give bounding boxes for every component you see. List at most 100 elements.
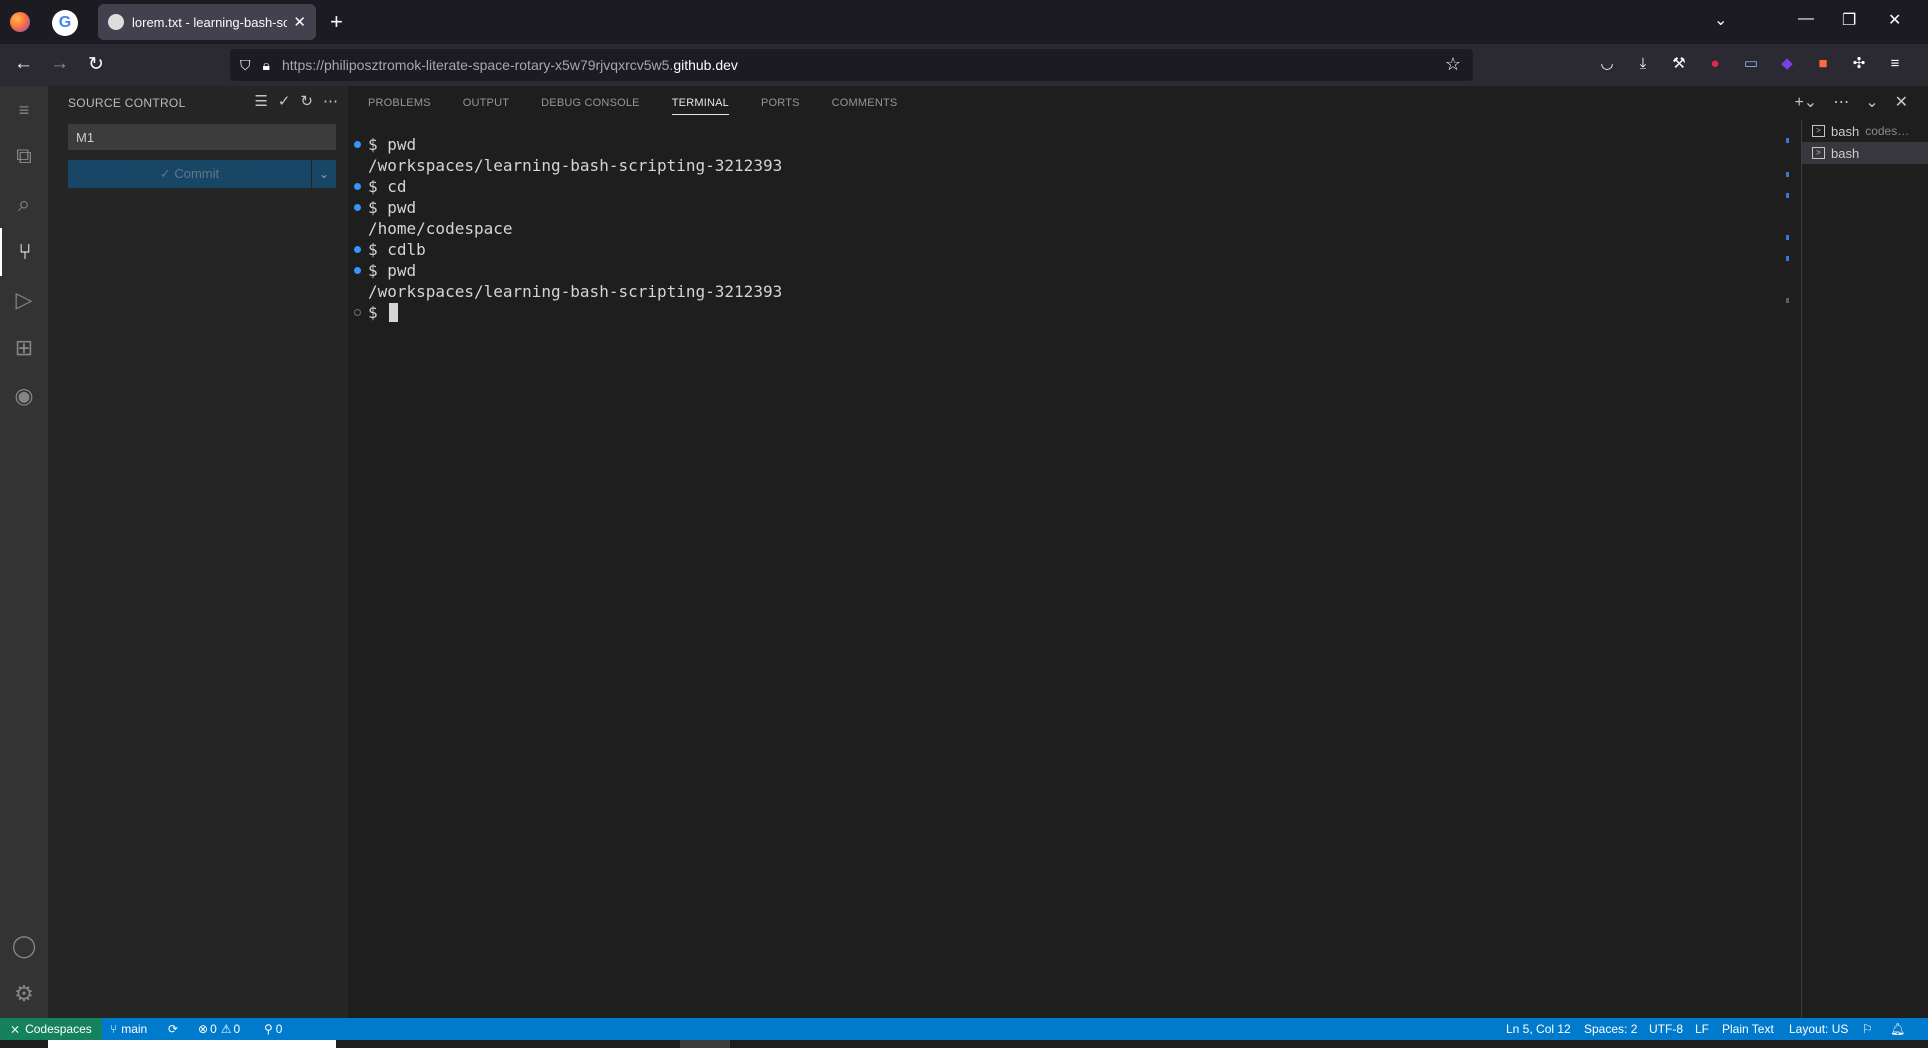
terminal-output[interactable]: $ pwd/workspaces/learning-bash-scripting… <box>353 134 1783 323</box>
tab-title: lorem.txt - learning-bash-scripting <box>132 14 288 30</box>
sidebar-actions: ☰ ✓ ↻ ⋯ <box>254 92 338 110</box>
menu-icon[interactable]: ≡ <box>0 86 48 134</box>
tab-problems[interactable]: PROBLEMS <box>348 86 443 120</box>
command-decoration-icon[interactable] <box>354 309 361 316</box>
ruler-mark <box>1786 193 1789 198</box>
url-text[interactable]: https://philiposztromok-literate-space-r… <box>282 57 738 73</box>
terminal-line-text: $ pwd <box>368 135 417 154</box>
tab-close-icon[interactable]: ✕ <box>293 13 306 31</box>
menu-hamburger-icon[interactable]: ≡ <box>1886 54 1904 72</box>
notifications-bell-icon[interactable]: 🔔︎ <box>1890 1018 1905 1040</box>
terminal-line: $ pwd <box>353 260 1783 281</box>
restore-window-button[interactable]: ❐ <box>1842 10 1856 30</box>
browser-tab-active[interactable]: lorem.txt - learning-bash-scripting ✕ <box>98 4 316 40</box>
more-actions-icon[interactable]: ⋯ <box>323 92 338 110</box>
terminal-icon: > <box>1812 147 1825 159</box>
command-decoration-icon[interactable] <box>354 141 361 148</box>
command-decoration-icon[interactable] <box>354 267 361 274</box>
end-of-line[interactable]: LF <box>1695 1018 1709 1040</box>
terminal-line: $ cdlb <box>353 239 1783 260</box>
source-control-sidebar: SOURCE CONTROL ☰ ✓ ↻ ⋯ ✓ Commit ⌄ <box>48 86 348 1018</box>
cursor-position[interactable]: Ln 5, Col 12 <box>1506 1018 1571 1040</box>
refresh-icon[interactable]: ↻ <box>300 92 313 110</box>
keyboard-layout[interactable]: Layout: US <box>1789 1018 1848 1040</box>
extension-purple-icon[interactable]: ◆ <box>1778 54 1796 72</box>
panel-actions: +⌄ ⋯ ⌄ ✕ <box>1794 92 1908 112</box>
search-icon[interactable]: ⌕ <box>0 180 48 228</box>
tab-comments[interactable]: COMMENTS <box>812 86 910 120</box>
accounts-icon[interactable]: ◯ <box>0 922 48 970</box>
collapse-panel-chevron-icon[interactable]: ⌄ <box>1865 92 1878 112</box>
list-all-tabs-icon[interactable]: ⌄ <box>1714 10 1727 30</box>
command-decoration-icon[interactable] <box>354 183 361 190</box>
browser-tab-bar: G lorem.txt - learning-bash-scripting ✕ … <box>0 0 1928 44</box>
extensions-puzzle-icon[interactable]: ✣ <box>1850 54 1868 72</box>
terminal-line-text: /workspaces/learning-bash-scripting-3212… <box>368 156 783 175</box>
indentation[interactable]: Spaces: 2 <box>1584 1018 1637 1040</box>
explorer-icon[interactable]: ⧉ <box>0 132 48 180</box>
command-decoration-icon[interactable] <box>354 246 361 253</box>
horizontal-scrollbar-left[interactable] <box>48 1040 336 1048</box>
sidebar-title: SOURCE CONTROL <box>68 96 186 110</box>
wrench-icon[interactable]: ⚒ <box>1670 54 1688 72</box>
source-control-icon[interactable]: ⑂ <box>0 228 48 276</box>
shield-icon[interactable]: ⛉ <box>240 57 251 74</box>
ports-indicator[interactable]: ⚲ 0 <box>264 1018 282 1040</box>
settings-gear-icon[interactable]: ⚙ <box>0 970 48 1018</box>
bookmark-star-icon[interactable]: ☆ <box>1445 54 1461 75</box>
view-as-list-icon[interactable]: ☰ <box>254 92 267 110</box>
horizontal-scrollbar-thumb[interactable] <box>680 1040 730 1048</box>
remote-indicator[interactable]: ⨯ Codespaces <box>0 1018 102 1040</box>
terminal-line-text: /home/codespace <box>368 219 513 238</box>
url-bar[interactable]: ⛉ 🔒︎ https://philiposztromok-literate-sp… <box>230 49 1473 81</box>
encoding[interactable]: UTF-8 <box>1649 1018 1683 1040</box>
tab-ports[interactable]: PORTS <box>741 86 812 120</box>
minimize-window-button[interactable]: — <box>1798 10 1814 28</box>
tab-output[interactable]: OUTPUT <box>443 86 521 120</box>
close-panel-icon[interactable]: ✕ <box>1895 92 1908 112</box>
terminal-instance[interactable]: > bash <box>1802 142 1928 164</box>
panel-more-icon[interactable]: ⋯ <box>1833 92 1849 112</box>
lock-icon[interactable]: 🔒︎ <box>263 57 270 74</box>
extensions-icon[interactable]: ⊞ <box>0 324 48 372</box>
ruler-mark <box>1786 256 1789 261</box>
new-tab-button[interactable]: + <box>330 9 343 35</box>
run-debug-icon[interactable]: ▷ <box>0 276 48 324</box>
google-tab-icon[interactable]: G <box>52 10 78 36</box>
commit-dropdown-chevron-icon[interactable]: ⌄ <box>312 160 336 188</box>
back-button[interactable]: ← <box>14 53 33 75</box>
terminal-instances-list: > bash codes… > bash <box>1801 120 1928 1018</box>
branch-indicator[interactable]: ⑂ main <box>110 1018 147 1040</box>
extension-red-icon[interactable]: ● <box>1706 54 1724 72</box>
commit-button[interactable]: ✓ Commit <box>68 160 311 188</box>
extension-card-icon[interactable]: ▭ <box>1742 54 1760 72</box>
new-terminal-plus-icon[interactable]: +⌄ <box>1794 92 1817 112</box>
firefox-logo-icon[interactable] <box>10 12 30 32</box>
error-icon: ⊗ <box>198 1022 209 1036</box>
forward-button[interactable]: → <box>50 53 69 75</box>
extension-orange-icon[interactable]: ■ <box>1814 54 1832 72</box>
tab-debug-console[interactable]: DEBUG CONSOLE <box>521 86 652 120</box>
language-mode[interactable]: Plain Text <box>1722 1018 1774 1040</box>
terminal-line-text: $ cdlb <box>368 240 426 259</box>
terminal-instance[interactable]: > bash codes… <box>1802 120 1928 142</box>
ruler-mark <box>1786 298 1789 303</box>
command-decoration-icon[interactable] <box>354 204 361 211</box>
commit-message-input[interactable] <box>68 124 336 150</box>
ruler-mark <box>1786 138 1789 143</box>
terminal-line: $ pwd <box>353 197 1783 218</box>
close-window-button[interactable]: ✕ <box>1888 10 1901 30</box>
download-icon[interactable]: ⤓ <box>1634 54 1652 72</box>
problems-indicator[interactable]: ⊗ 0 ⚠ 0 <box>198 1018 240 1040</box>
terminal-line: $ <box>353 302 1783 323</box>
feedback-icon[interactable]: ⚐ <box>1862 1018 1873 1040</box>
reload-button[interactable]: ↻ <box>88 53 104 76</box>
commit-check-icon[interactable]: ✓ <box>278 92 291 110</box>
github-icon[interactable]: ◉ <box>0 372 48 420</box>
github-favicon-icon <box>108 14 124 30</box>
browser-nav-bar: ← → ↻ ⛉ 🔒︎ https://philiposztromok-liter… <box>0 44 1928 104</box>
ruler-mark <box>1786 235 1789 240</box>
sync-icon[interactable]: ⟳ <box>168 1018 178 1040</box>
tab-terminal[interactable]: TERMINAL <box>652 86 741 120</box>
pocket-icon[interactable]: ◡ <box>1598 54 1616 72</box>
